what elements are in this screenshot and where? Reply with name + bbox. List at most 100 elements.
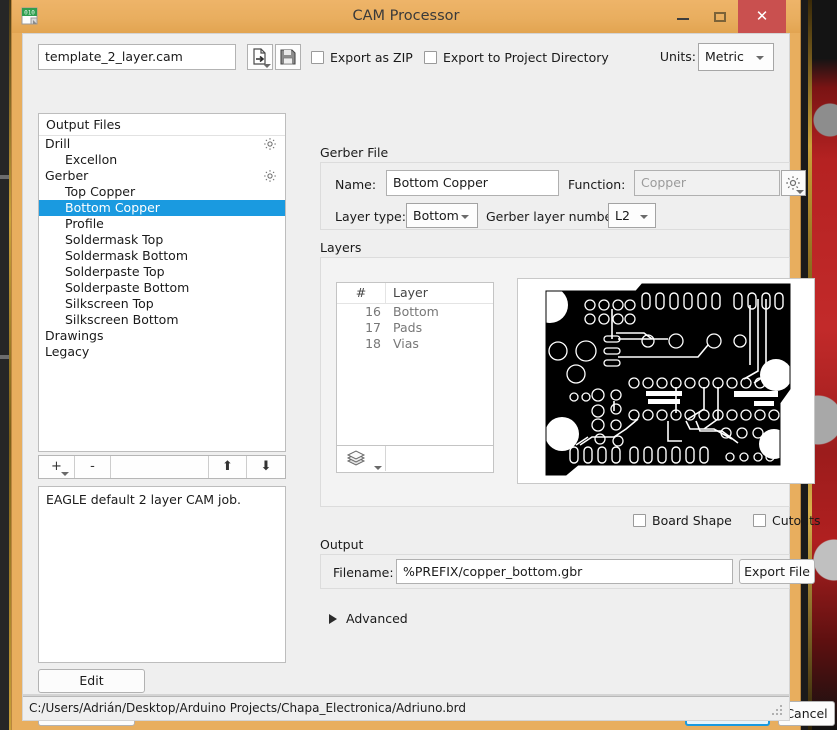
status-path-text: C:/Users/Adrián/Desktop/Arduino Projects… <box>29 701 466 715</box>
gear-icon[interactable] <box>263 137 277 151</box>
chevron-down-icon <box>461 215 469 219</box>
remove-output-button[interactable]: - <box>75 456 111 478</box>
output-files-tree[interactable]: Output Files Drill Excellon Gerber Top Copp… <box>38 113 286 452</box>
close-button[interactable]: ✕ <box>738 0 786 33</box>
output-filename-input[interactable]: %PREFIX/copper_bottom.gbr <box>396 559 733 584</box>
cam-processor-window: 010 CAM Processor ✕ template_2_layer.cam <box>12 0 835 730</box>
chevron-down-icon <box>796 190 804 194</box>
output-files-header: Output Files <box>39 114 285 136</box>
move-up-button[interactable]: ⬆ <box>209 456 247 478</box>
output-file-item-drill[interactable]: Drill <box>39 136 285 152</box>
output-file-item-label: Excellon <box>65 152 118 167</box>
output-files-list: Drill Excellon Gerber Top Copper Bottom Copp… <box>39 136 285 360</box>
export-as-zip-label: Export as ZIP <box>330 50 413 65</box>
layer-number: 16 <box>365 304 381 319</box>
layers-group-label: Layers <box>320 240 362 255</box>
output-file-item-drawings[interactable]: Drawings <box>39 328 285 344</box>
output-file-item-legacy[interactable]: Legacy <box>39 344 285 360</box>
gerber-layer-number-label: Gerber layer number: <box>486 209 622 224</box>
layers-table-row[interactable]: 17 Pads <box>337 320 493 336</box>
add-output-button[interactable]: + <box>39 456 75 478</box>
function-label: Function: <box>568 177 626 192</box>
chevron-down-icon <box>640 215 648 219</box>
export-file-button[interactable]: Export File <box>739 559 815 584</box>
status-bar: C:/Users/Adrián/Desktop/Arduino Projects… <box>22 695 790 721</box>
layer-number: 17 <box>365 320 381 335</box>
output-file-item-label: Gerber <box>45 168 89 183</box>
output-file-item-silkscreen-bottom[interactable]: Silkscreen Bottom <box>39 312 285 328</box>
minimize-button[interactable] <box>664 0 701 33</box>
open-file-icon[interactable] <box>247 44 273 70</box>
output-file-item-silkscreen-top[interactable]: Silkscreen Top <box>39 296 285 312</box>
output-file-item-bottom-copper[interactable]: Bottom Copper <box>39 200 285 216</box>
export-to-project-directory-label: Export to Project Directory <box>443 50 609 65</box>
layer-stack-icon <box>346 450 366 466</box>
export-to-project-directory-checkbox[interactable] <box>424 51 437 64</box>
output-file-item-label: Silkscreen Top <box>65 296 154 311</box>
units-select[interactable]: Metric <box>698 43 774 71</box>
gerber-file-group-label: Gerber File <box>320 145 389 160</box>
output-file-item-label: Drawings <box>45 328 104 343</box>
job-description-text[interactable]: EAGLE default 2 layer CAM job. <box>38 486 286 663</box>
layers-toolbar <box>336 446 494 473</box>
layer-name: Pads <box>393 320 423 335</box>
desktop-background: 010 CAM Processor ✕ template_2_layer.cam <box>0 0 837 730</box>
output-file-item-label: Bottom Copper <box>65 200 160 215</box>
output-file-item-soldermask-bottom[interactable]: Soldermask Bottom <box>39 248 285 264</box>
layers-table-row[interactable]: 18 Vias <box>337 336 493 352</box>
output-file-item-solderpaste-top[interactable]: Solderpaste Top <box>39 264 285 280</box>
output-file-item-top-copper[interactable]: Top Copper <box>39 184 285 200</box>
toolbar-spacer <box>111 456 209 478</box>
gear-icon <box>786 176 800 190</box>
output-group-label: Output <box>320 537 364 552</box>
cutouts-checkbox[interactable] <box>753 514 766 527</box>
gerber-function-input[interactable]: Copper <box>634 170 780 196</box>
dialog-client-area: template_2_layer.cam Export as ZIP Expor… <box>22 33 835 726</box>
output-file-item-label: Soldermask Bottom <box>65 248 189 263</box>
output-file-item-label: Profile <box>65 216 104 231</box>
output-file-item-excellon[interactable]: Excellon <box>39 152 285 168</box>
gear-icon[interactable] <box>263 169 277 183</box>
filename-label: Filename: <box>333 565 394 580</box>
layer-name: Vias <box>393 336 419 351</box>
output-file-item-profile[interactable]: Profile <box>39 216 285 232</box>
cutouts-label: Cutouts <box>772 513 821 528</box>
move-down-button[interactable]: ⬇ <box>247 456 285 478</box>
output-file-item-label: Silkscreen Bottom <box>65 312 179 327</box>
job-file-input[interactable]: template_2_layer.cam <box>38 44 236 70</box>
export-as-zip-checkbox[interactable] <box>311 51 324 64</box>
window-titlebar[interactable]: 010 CAM Processor ✕ <box>12 0 800 33</box>
output-file-item-label: Legacy <box>45 344 90 359</box>
layer-type-select[interactable]: Bottom <box>406 203 478 228</box>
output-file-item-gerber[interactable]: Gerber <box>39 168 285 184</box>
edit-description-button[interactable]: Edit Description... <box>38 669 145 710</box>
output-file-item-solderpaste-bottom[interactable]: Solderpaste Bottom <box>39 280 285 296</box>
status-separator <box>23 696 789 697</box>
resize-grip[interactable] <box>772 705 783 716</box>
layer-stack-button[interactable] <box>337 446 386 471</box>
output-file-item-label: Solderpaste Top <box>65 264 165 279</box>
layers-table-header: # Layer <box>337 283 493 304</box>
gerber-name-input[interactable]: Bottom Copper <box>386 170 559 196</box>
chevron-down-icon <box>756 56 764 60</box>
chevron-right-icon <box>329 614 337 624</box>
layers-table-row[interactable]: 16 Bottom <box>337 304 493 320</box>
chevron-down-icon <box>61 472 69 476</box>
layers-table-body: 16 Bottom 17 Pads 18 Vias <box>337 304 493 352</box>
layer-number: 18 <box>365 336 381 351</box>
column-header-layer: Layer <box>393 285 428 300</box>
function-gear-button[interactable] <box>781 170 806 196</box>
name-label: Name: <box>335 177 377 192</box>
board-shape-checkbox[interactable] <box>633 514 646 527</box>
layers-table[interactable]: # Layer 16 Bottom 17 Pads 18 Vias <box>336 282 494 446</box>
maximize-button[interactable] <box>701 0 738 33</box>
output-file-item-label: Drill <box>45 136 71 151</box>
output-file-item-soldermask-top[interactable]: Soldermask Top <box>39 232 285 248</box>
job-toolbar: template_2_layer.cam Export as ZIP Expor… <box>23 34 789 81</box>
chevron-down-icon <box>374 466 382 470</box>
function-placeholder-text: Copper <box>641 175 687 190</box>
minimize-icon <box>677 18 689 20</box>
gerber-layer-number-select[interactable]: L2 <box>608 203 656 228</box>
save-floppy-icon[interactable] <box>275 44 301 70</box>
output-file-item-label: Solderpaste Bottom <box>65 280 190 295</box>
